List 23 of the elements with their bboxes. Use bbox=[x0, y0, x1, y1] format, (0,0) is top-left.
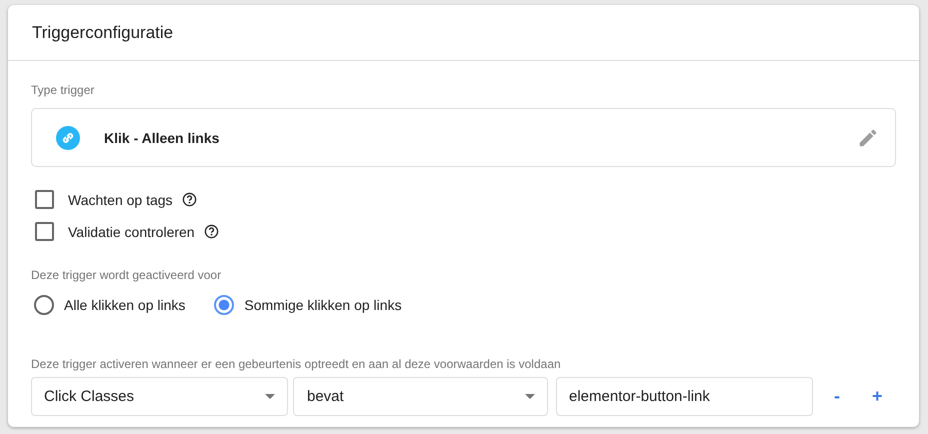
section-label: Deze trigger wordt geactiveerd voor bbox=[31, 268, 222, 282]
radio-label: Sommige klikken op links bbox=[244, 297, 402, 313]
checkbox-label: Wachten op tags bbox=[68, 192, 173, 208]
checkbox[interactable] bbox=[35, 190, 54, 209]
help-icon[interactable] bbox=[204, 224, 219, 239]
remove-button[interactable]: - bbox=[828, 386, 846, 407]
card-title: Triggerconfiguratie bbox=[32, 22, 174, 42]
radio-label: Alle klikken op links bbox=[64, 297, 186, 313]
section-label: Deze trigger activeren wanneer er een gebeurtenis optreedt en aan al deze voorwaarden is voldaan bbox=[31, 357, 561, 371]
radio-button[interactable] bbox=[34, 295, 54, 315]
radio-button[interactable] bbox=[214, 295, 234, 315]
checkbox-label: Validatie controleren bbox=[68, 224, 195, 240]
edit-icon[interactable] bbox=[857, 126, 879, 148]
checkbox[interactable] bbox=[35, 222, 54, 241]
variable-dropdown[interactable]: Click Classes bbox=[31, 377, 288, 416]
operator-dropdown[interactable]: bevat bbox=[293, 377, 548, 416]
section-label: Type trigger bbox=[31, 83, 94, 97]
help-icon[interactable] bbox=[182, 192, 197, 207]
value-field[interactable]: elementor-button-link bbox=[556, 377, 813, 416]
link-icon bbox=[56, 126, 80, 150]
add-button[interactable]: + bbox=[866, 386, 889, 407]
trigger-type-name: Klik - Alleen links bbox=[104, 130, 220, 146]
trigger-type-box[interactable]: Klik - Alleen links bbox=[31, 108, 896, 167]
